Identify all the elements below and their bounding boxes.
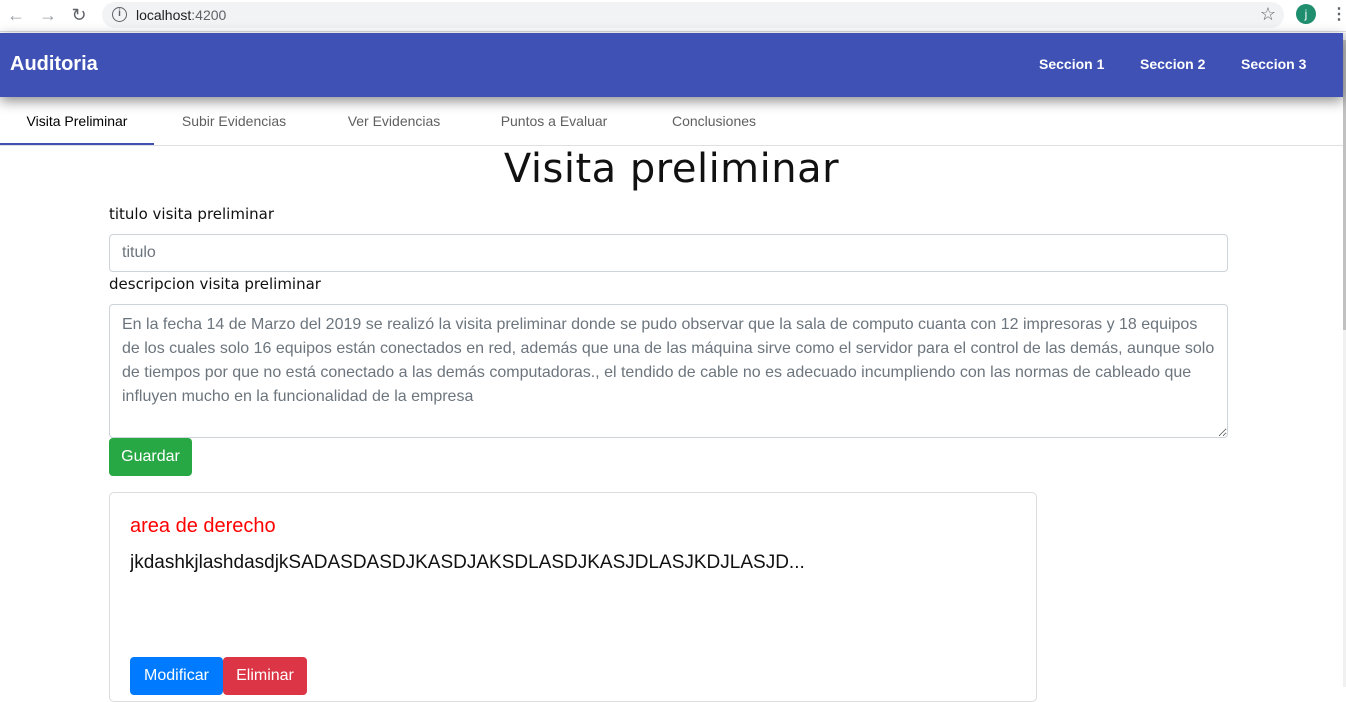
tab-subir-evidencias[interactable]: Subir Evidencias — [154, 97, 314, 145]
browser-menu-icon[interactable]: ⋮ — [1331, 4, 1346, 26]
address-bar[interactable]: i localhost:4200 ☆ — [102, 2, 1284, 28]
forward-icon[interactable]: → — [37, 4, 59, 26]
description-textarea[interactable]: En la fecha 14 de Marzo del 2019 se real… — [109, 304, 1228, 438]
tab-bar: Visita Preliminar Subir Evidencias Ver E… — [0, 97, 1343, 146]
nav-link-seccion-1[interactable]: Seccion 1 — [1039, 56, 1104, 72]
profile-avatar[interactable]: j — [1296, 4, 1316, 24]
delete-button[interactable]: Eliminar — [223, 657, 307, 695]
tab-puntos-a-evaluar[interactable]: Puntos a Evaluar — [474, 97, 634, 145]
url-host: localhost — [136, 7, 192, 23]
page-title: Visita preliminar — [503, 146, 840, 192]
browser-toolbar: ← → ↻ i localhost:4200 ☆ j ⋮ — [0, 0, 1346, 32]
description-label: descripcion visita preliminar — [109, 275, 321, 293]
brand-title[interactable]: Auditoria — [10, 53, 98, 76]
title-input[interactable] — [109, 234, 1228, 272]
tab-ver-evidencias[interactable]: Ver Evidencias — [314, 97, 474, 145]
bookmark-star-icon[interactable]: ☆ — [1260, 4, 1276, 25]
save-button[interactable]: Guardar — [109, 438, 192, 476]
title-label: titulo visita preliminar — [109, 205, 274, 223]
card-title: area de derecho — [130, 515, 276, 537]
url-port: :4200 — [191, 7, 227, 23]
record-card: area de derecho jkdashkjlashdasdjkSADASD… — [109, 492, 1037, 702]
modify-button[interactable]: Modificar — [130, 657, 223, 695]
tab-conclusiones[interactable]: Conclusiones — [634, 97, 794, 145]
tab-visita-preliminar[interactable]: Visita Preliminar — [0, 97, 154, 145]
app-navbar: Auditoria Seccion 1 Seccion 2 Seccion 3 — [0, 33, 1343, 97]
url-text: localhost:4200 — [136, 7, 226, 23]
nav-link-seccion-2[interactable]: Seccion 2 — [1140, 56, 1205, 72]
reload-icon[interactable]: ↻ — [68, 4, 90, 26]
card-text: jkdashkjlashdasdjkSADASDASDJKASDJAKSDLAS… — [130, 552, 805, 573]
nav-link-seccion-3[interactable]: Seccion 3 — [1241, 56, 1306, 72]
info-icon[interactable]: i — [112, 7, 127, 22]
active-tab-indicator — [0, 143, 154, 145]
back-icon[interactable]: ← — [5, 4, 27, 26]
